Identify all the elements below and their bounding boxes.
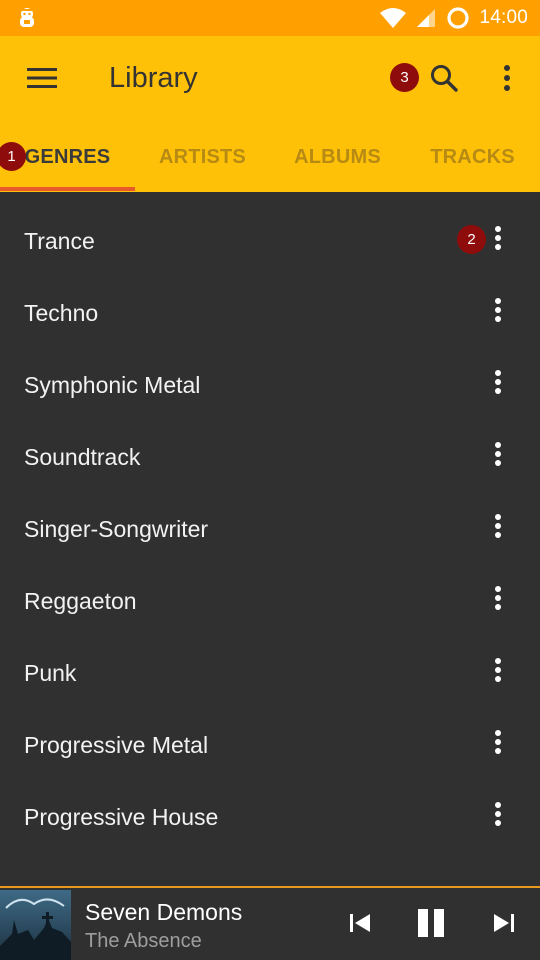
status-bar: 14:00 [0,0,540,36]
more-vert-icon [494,513,502,544]
genre-label: Soundtrack [24,444,141,470]
genre-label: Reggaeton [24,588,137,614]
toolbar: Library 3 [0,36,540,122]
list-item[interactable]: Symphonic Metal [0,336,540,408]
status-time: 14:00 [479,7,528,28]
next-button[interactable] [481,902,527,948]
genre-label: Singer-Songwriter [24,516,209,542]
row-more-button[interactable] [478,218,518,262]
search-button[interactable] [420,56,468,104]
previous-button[interactable] [337,902,383,948]
list-item[interactable]: Punk [0,624,540,696]
row-more-button[interactable] [478,722,518,766]
track-artist: The Absence [85,930,202,952]
tab-tracks[interactable]: TRACKS [405,122,540,192]
list-item[interactable]: Progressive Metal [0,696,540,768]
now-playing-bar[interactable]: Seven Demons The Absence [0,886,540,960]
search-badge: 3 [390,63,419,92]
skip-next-icon [493,913,515,938]
genre-label: Progressive Metal [24,732,209,758]
menu-icon [27,67,57,94]
more-vert-icon [503,64,511,97]
list-item[interactable]: Singer-Songwriter [0,480,540,552]
battery-ring-icon [445,5,471,31]
screen: 14:00 Library 3 GENRES ARTISTS ALBUMS TR… [0,0,540,960]
album-art[interactable] [0,890,71,960]
genre-list: Trance 2 Techno Symphonic Metal Soundtra… [0,192,540,886]
more-vert-icon [494,297,502,328]
more-vert-icon [494,585,502,616]
track-title: Seven Demons [85,899,243,925]
genre-label: Symphonic Metal [24,372,201,398]
genre-label: Punk [24,660,77,686]
list-item[interactable]: Techno [0,264,540,336]
row-more-button[interactable] [478,650,518,694]
list-item[interactable]: Trance 2 [0,192,540,264]
pause-button[interactable] [408,902,454,948]
row-more-button[interactable] [478,434,518,478]
genre-label: Techno [24,300,99,326]
tab-albums[interactable]: ALBUMS [270,122,405,192]
list-item[interactable]: Reggaeton [0,552,540,624]
skip-previous-icon [349,913,371,938]
search-icon [429,63,459,98]
menu-button[interactable] [20,58,64,102]
more-vert-icon [494,801,502,832]
page-title: Library [109,62,198,94]
list-item[interactable]: Progressive House [0,768,540,840]
pause-icon [416,908,446,943]
cell-signal-icon [415,7,437,29]
overflow-menu-button[interactable] [486,56,528,104]
notification-app-icon [14,5,40,31]
more-vert-icon [494,441,502,472]
more-vert-icon [494,657,502,688]
tab-indicator [0,187,135,191]
more-vert-icon [494,369,502,400]
genre-label: Trance [24,228,95,254]
genre-label: Progressive House [24,804,219,830]
more-vert-icon [494,225,502,256]
wifi-icon [379,7,407,29]
more-vert-icon [494,729,502,760]
row-more-button[interactable] [478,794,518,838]
row-more-button[interactable] [478,506,518,550]
tab-artists[interactable]: ARTISTS [135,122,270,192]
row-more-button[interactable] [478,362,518,406]
row-more-button[interactable] [478,578,518,622]
row-more-button[interactable] [478,290,518,334]
tab-bar: GENRES ARTISTS ALBUMS TRACKS 1 [0,122,540,192]
list-item[interactable]: Soundtrack [0,408,540,480]
